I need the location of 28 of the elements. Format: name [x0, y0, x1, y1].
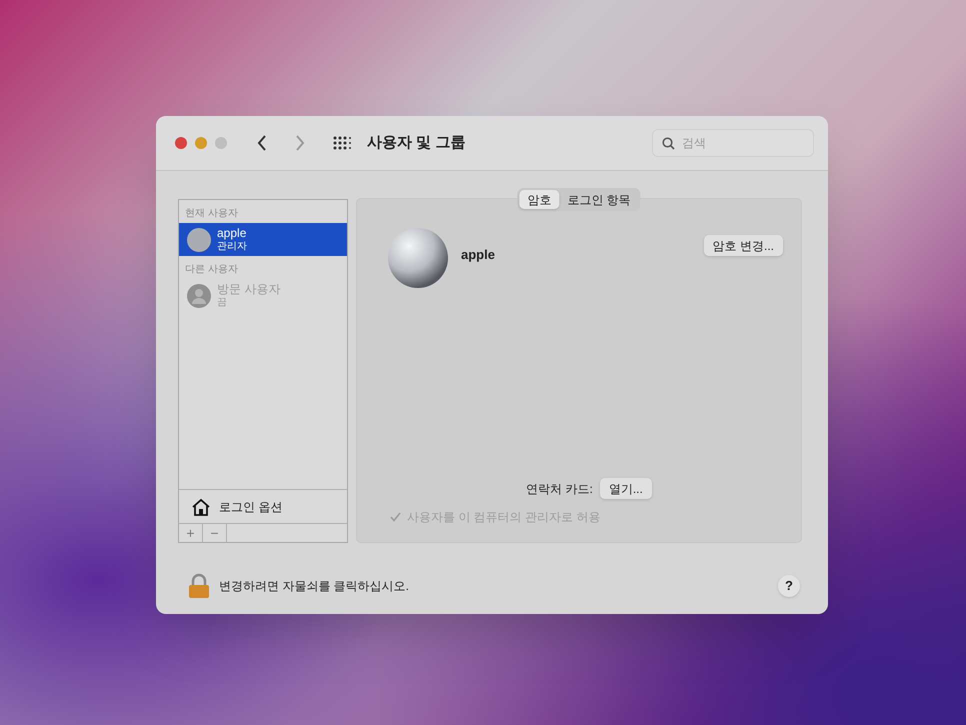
close-button[interactable]	[175, 137, 187, 149]
search-icon	[662, 137, 675, 150]
change-password-button[interactable]: 암호 변경...	[704, 235, 783, 256]
section-header: 다른 사용자	[184, 263, 239, 277]
person-avatar	[187, 284, 211, 308]
lock-message: 변경하려면 자물쇠를 클릭하십시오.	[219, 578, 410, 595]
tab[interactable]: 로그인 항목	[559, 190, 639, 209]
contact-card-label: 연락처 카드:	[526, 480, 593, 498]
minimize-button[interactable]	[195, 137, 207, 149]
login-options-label[interactable]: 로그인 옵션	[219, 498, 282, 516]
user-name: apple	[217, 226, 247, 240]
forward-icon[interactable]	[295, 135, 305, 151]
user-row[interactable]: apple 관리자	[179, 223, 347, 256]
section-header: 현재 사용자	[184, 207, 239, 221]
tab[interactable]: 암호	[519, 190, 560, 209]
zoom-button[interactable]	[215, 137, 227, 149]
user-name: 방문 사용자	[217, 282, 280, 296]
back-icon[interactable]	[257, 135, 267, 151]
user-name: apple	[461, 246, 495, 264]
help-button[interactable]: ?	[778, 575, 800, 597]
user-role: 끔	[217, 296, 228, 308]
grid-icon[interactable]	[333, 136, 351, 150]
house-icon	[191, 498, 211, 516]
lock-icon[interactable]	[188, 573, 210, 599]
open-button[interactable]: 열기...	[600, 478, 652, 499]
user-role: 관리자	[217, 240, 247, 252]
window-title: 사용자 및 그룹	[367, 132, 466, 153]
search-field[interactable]: 검색	[652, 129, 814, 157]
